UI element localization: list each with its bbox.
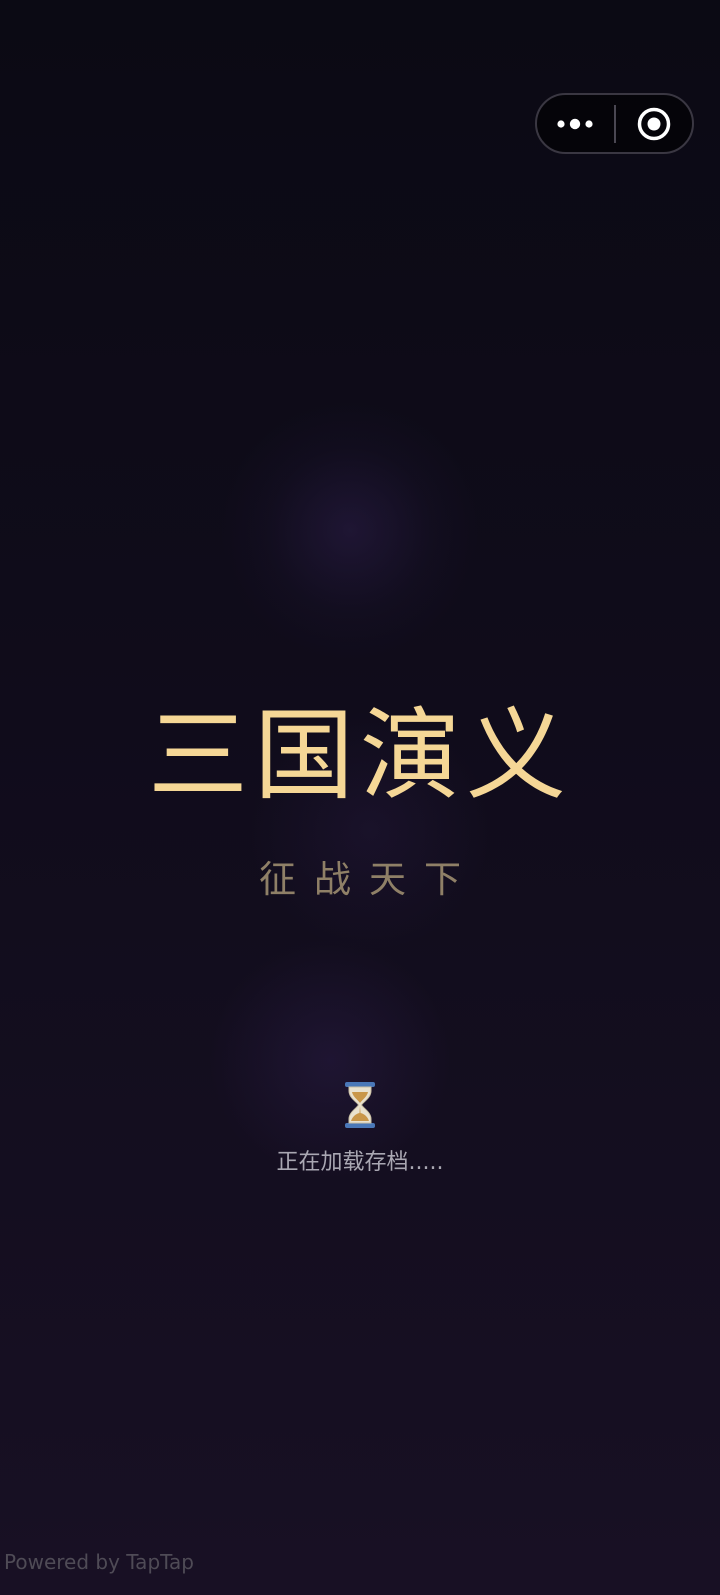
- powered-by-footer: Powered by TapTap: [4, 1550, 194, 1574]
- more-dots-icon[interactable]: [537, 95, 614, 152]
- background-glow-top: [220, 400, 480, 660]
- game-subtitle: 征战天下: [259, 858, 479, 901]
- loading-status-text: 正在加载存档.....: [276, 1150, 444, 1175]
- background-glow-bottom: [200, 940, 460, 1180]
- hourglass-icon: [342, 1080, 378, 1130]
- game-title: 三国演义: [148, 697, 572, 814]
- target-circle-icon[interactable]: [616, 95, 693, 152]
- miniprogram-capsule: [535, 93, 694, 154]
